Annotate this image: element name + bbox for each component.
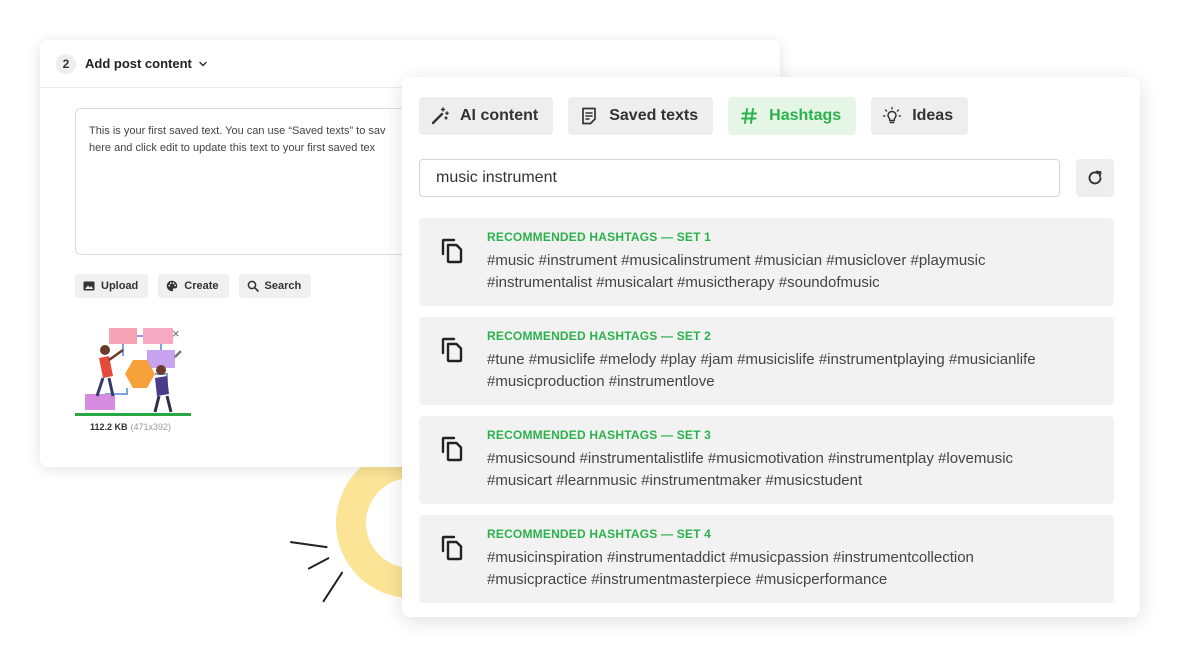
content-assistant-panel: AI content Saved texts Hashtags Ideas mu… [402, 77, 1140, 617]
refresh-icon [1088, 170, 1102, 185]
create-label: Create [184, 280, 219, 292]
chevron-down-icon[interactable] [198, 59, 208, 69]
step-badge: 2 [56, 53, 76, 74]
upload-progress-bar [75, 413, 191, 416]
hashtag-line: #musicsound #instrumentalistlife #musicm… [487, 450, 1014, 467]
refresh-button[interactable] [1076, 159, 1114, 197]
copy-icon[interactable] [439, 237, 465, 265]
tab-label: Hashtags [769, 107, 842, 124]
image-icon [83, 281, 95, 291]
tab-ai-content[interactable]: AI content [419, 97, 554, 135]
section-title: Add post content [85, 56, 192, 71]
tab-ideas[interactable]: Ideas [871, 97, 969, 135]
hashtag-set-title: RECOMMENDED HASHTAGS — SET 2 [487, 329, 712, 343]
decorative-stroke [307, 556, 330, 570]
hashtag-line: #musicpractice #instrumentmasterpiece #m… [487, 571, 888, 588]
upload-label: Upload [101, 280, 139, 292]
search-media-button[interactable]: Search [238, 274, 312, 298]
hashtag-set-tags: #musicsound #instrumentalistlife #musicm… [487, 448, 1098, 492]
hashtag-set-tags: #musicinspiration #instrumentaddict #mus… [487, 547, 1098, 591]
file-size: 112.2 KB [90, 422, 128, 432]
hashtag-set-title: RECOMMENDED HASHTAGS — SET 1 [487, 230, 712, 244]
decorative-stroke [289, 541, 328, 549]
hashtag-search-input[interactable] [436, 169, 1059, 187]
search-media-label: Search [264, 280, 302, 292]
hashtag-set-title: RECOMMENDED HASHTAGS — SET 3 [487, 428, 712, 442]
create-button[interactable]: Create [158, 274, 229, 298]
tab-label: Ideas [912, 107, 954, 124]
media-toolbar: Upload Create Search [75, 274, 312, 298]
hashtag-set-tags: #music #instrument #musicalinstrument #m… [487, 250, 1098, 294]
hashtag-line: #musicinspiration #instrumentaddict #mus… [487, 549, 974, 566]
document-icon [582, 107, 597, 125]
assistant-tabs: AI content Saved texts Hashtags Ideas [419, 97, 969, 135]
hashtag-set[interactable]: RECOMMENDED HASHTAGS — SET 4 #musicinspi… [419, 515, 1114, 603]
copy-icon[interactable] [439, 336, 465, 364]
tab-label: AI content [460, 107, 539, 124]
hashtag-sets: RECOMMENDED HASHTAGS — SET 1 #music #ins… [419, 218, 1114, 614]
decorative-stroke [322, 571, 344, 603]
lightbulb-icon [883, 106, 902, 124]
hashtag-line: #musicproduction #instrumentlove [487, 373, 715, 390]
tab-hashtags[interactable]: Hashtags [728, 97, 857, 135]
hashtag-set[interactable]: RECOMMENDED HASHTAGS — SET 1 #music #ins… [419, 218, 1114, 306]
tab-label: Saved texts [609, 107, 699, 124]
hashtag-set-tags: #tune #musiclife #melody #play #jam #mus… [487, 349, 1098, 393]
attachment-meta: 112.2 KB (471x392) [90, 422, 171, 432]
copy-icon[interactable] [439, 534, 465, 562]
hashtag-line: #music #instrument #musicalinstrument #m… [487, 252, 986, 269]
pencil-icon[interactable] [172, 348, 184, 360]
palette-icon [167, 280, 178, 292]
image-dimensions: (471x392) [130, 422, 172, 432]
magic-wand-icon [431, 107, 449, 125]
hashtag-line: #tune #musiclife #melody #play #jam #mus… [487, 351, 1036, 368]
remove-attachment-button[interactable]: × [172, 326, 180, 341]
hashtag-search [419, 159, 1060, 197]
hashtag-set[interactable]: RECOMMENDED HASHTAGS — SET 3 #musicsound… [419, 416, 1114, 504]
search-icon [247, 280, 259, 292]
hashtag-line: #musicart #learnmusic #instrumentmaker #… [487, 472, 863, 489]
hashtag-set-title: RECOMMENDED HASHTAGS — SET 4 [487, 527, 712, 541]
hashtag-set[interactable]: RECOMMENDED HASHTAGS — SET 2 #tune #musi… [419, 317, 1114, 405]
tab-saved-texts[interactable]: Saved texts [568, 97, 714, 135]
copy-icon[interactable] [439, 435, 465, 463]
hash-icon [741, 108, 758, 124]
upload-button[interactable]: Upload [75, 274, 149, 298]
hashtag-line: #instrumentalist #musicalart #musicthera… [487, 274, 880, 291]
